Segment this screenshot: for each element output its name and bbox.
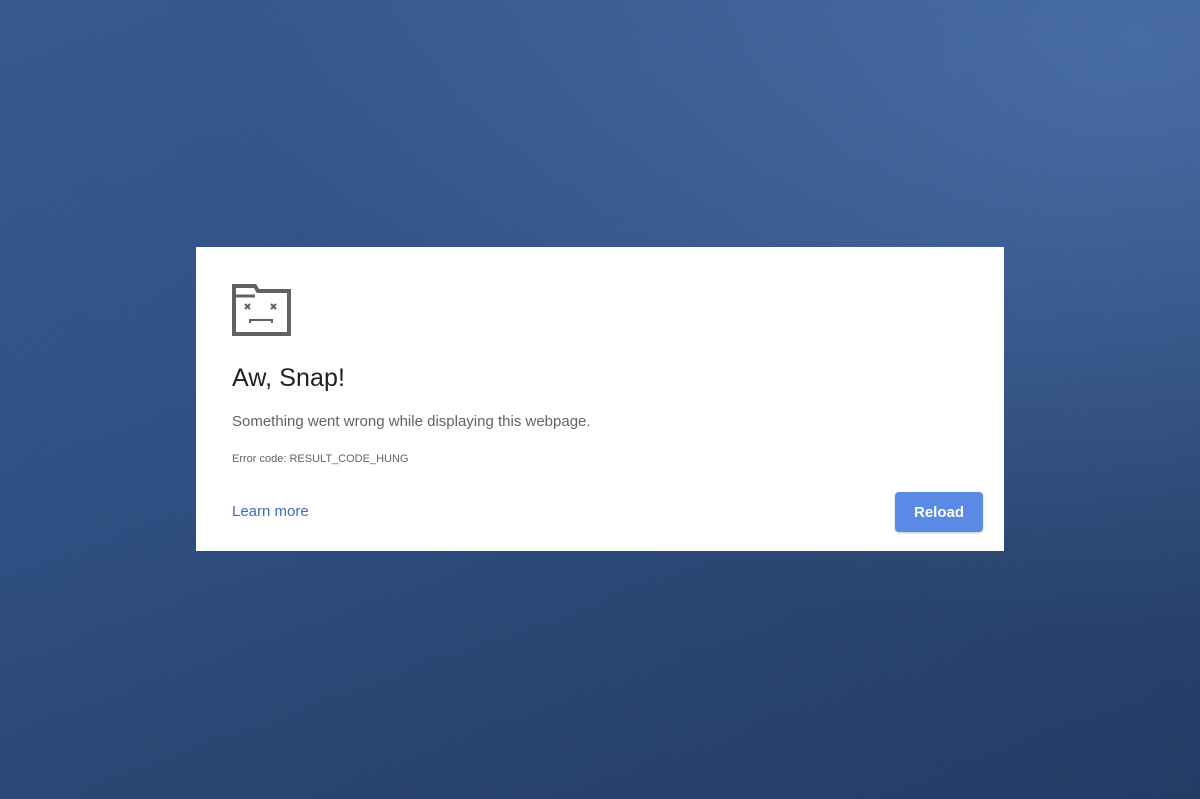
learn-more-link[interactable]: Learn more — [232, 503, 309, 520]
reload-button[interactable]: Reload — [895, 492, 983, 532]
error-code: Error code: RESULT_CODE_HUNG — [232, 453, 409, 465]
error-message: Something went wrong while displaying th… — [232, 413, 591, 430]
sad-tab-icon — [232, 284, 291, 336]
error-title: Aw, Snap! — [232, 364, 346, 392]
error-dialog: Aw, Snap! Something went wrong while dis… — [196, 247, 1004, 551]
